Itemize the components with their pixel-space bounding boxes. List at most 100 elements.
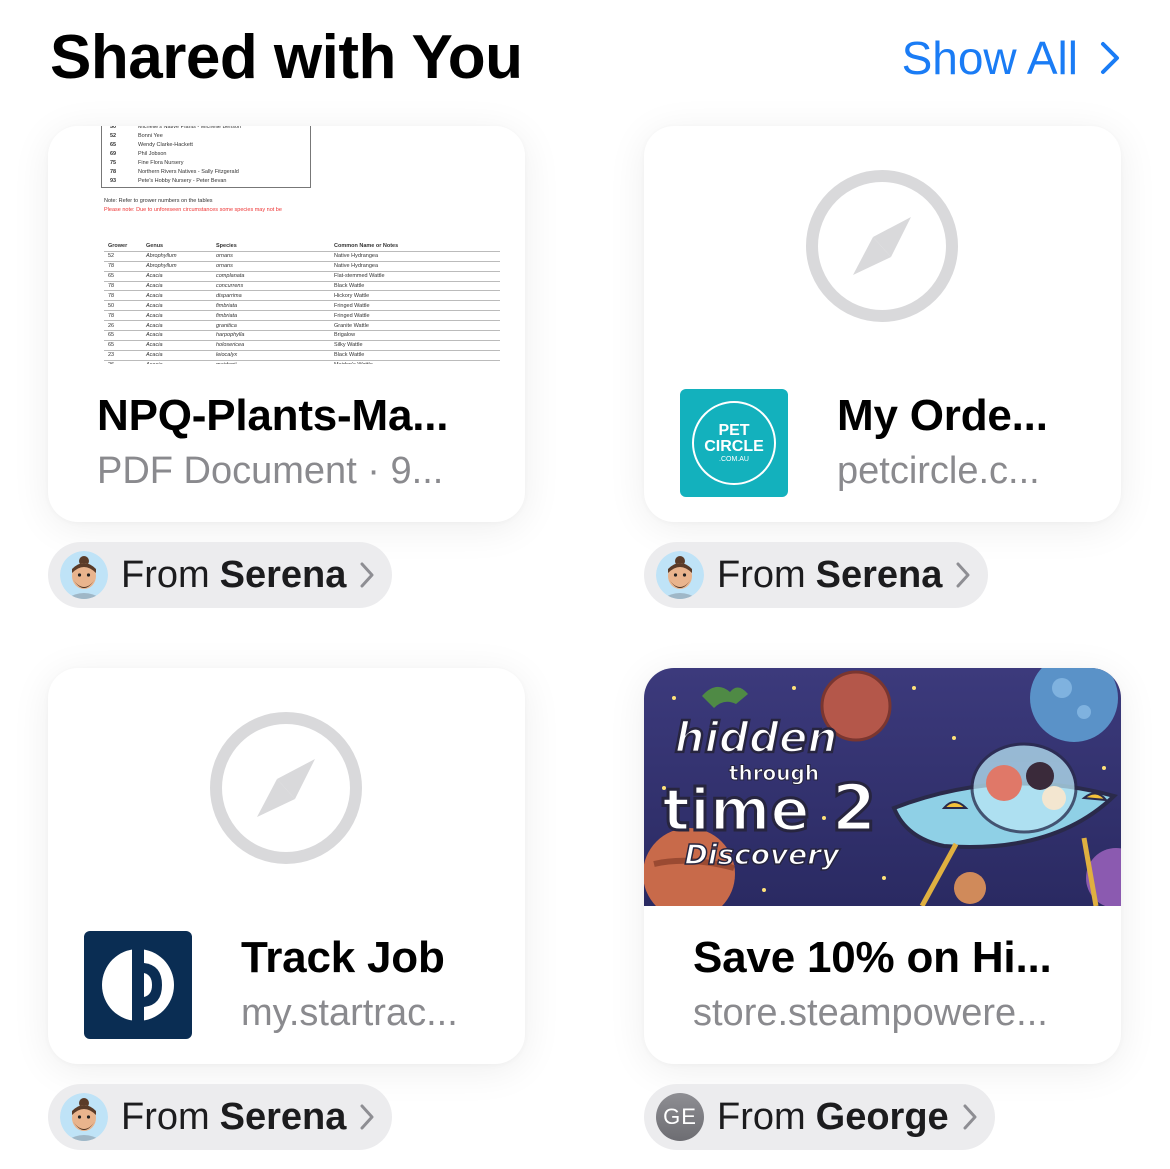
pdf-note: Note: Refer to grower numbers on the tab… — [104, 198, 213, 204]
table-cell: Acacia — [142, 320, 212, 332]
table-cell: Acacia — [142, 300, 212, 312]
table-cell: Granite Wattle — [330, 320, 500, 332]
grower-name: Wendy Clarke-Hackett — [138, 142, 193, 148]
table-cell: Black Wattle — [330, 350, 500, 361]
sender-name: George — [815, 1095, 949, 1138]
table-row: 50 Acacia fimbriata Fringed Wattle — [104, 300, 500, 312]
item-title: Save 10% on Hi... — [693, 933, 1052, 982]
item-subtitle: PDF Document · 9... — [97, 450, 444, 492]
item-title: NPQ-Plants-Ma... — [97, 391, 449, 440]
grower-number: 50 — [110, 126, 117, 130]
table-cell: maidenii — [212, 360, 330, 364]
memoji-avatar — [656, 551, 704, 599]
from-label: From — [717, 553, 806, 596]
grower-name: Northern Rivers Natives - Sally Fitzgera… — [138, 169, 239, 175]
show-all-button[interactable]: Show All — [902, 30, 1120, 86]
table-cell: 78 — [104, 261, 142, 272]
table-cell: 65 — [104, 271, 142, 282]
table-cell: granitica — [212, 320, 330, 332]
pdf-table: Grower Genus Species Common Name or Notes 5… — [104, 242, 500, 364]
table-cell: Acacia — [142, 271, 212, 282]
shared-item-link-steam[interactable]: hidden through time 2 Discovery Save 10%… — [644, 668, 1121, 1064]
grower-number: 65 — [110, 142, 117, 148]
table-cell: complanata — [212, 271, 330, 282]
shared-item-link-petcircle[interactable]: PET CIRCLE .COM.AU My Orde... petcircle.… — [644, 126, 1121, 522]
table-row: 26AcaciamaideniiMaiden's Wattle — [104, 360, 500, 364]
item-title: My Orde... — [837, 391, 1048, 440]
petcircle-logo: PET CIRCLE .COM.AU — [680, 389, 788, 497]
table-cell: 65 — [104, 330, 142, 341]
grower-name: Fine Flora Nursery — [138, 160, 184, 166]
table-header-cell: Species — [212, 242, 330, 252]
table-cell: 78 — [104, 281, 142, 292]
table-row: 65 Acacia harpophylla Brigalow — [104, 330, 500, 341]
chevron-right-icon — [956, 562, 970, 588]
table-header-cell: Genus — [142, 242, 212, 252]
table-cell: leiocalyx — [212, 350, 330, 361]
sender-name: Serena — [219, 553, 347, 596]
table-cell: Acacia — [142, 281, 212, 292]
section-title: Shared with You — [50, 23, 523, 92]
table-cell: holosericea — [212, 340, 330, 351]
game-title-text: Discovery — [685, 838, 841, 871]
table-cell: fimbriata — [212, 300, 330, 312]
table-cell: Hickory Wattle — [330, 290, 500, 302]
table-cell: Maiden's Wattle — [330, 360, 500, 364]
game-title-text: 2 — [832, 772, 877, 846]
table-cell: Abrophyllum — [142, 251, 212, 262]
logo-text: PET — [718, 421, 750, 439]
table-row: 26 Acacia granitica Granite Wattle — [104, 320, 500, 332]
table-cell: 26 — [104, 360, 142, 364]
pdf-warning: Please note: Due to unforeseen circumsta… — [104, 207, 282, 213]
shared-item-pdf[interactable]: 50 Michelle's Native Plants - Michelle Be… — [48, 126, 525, 522]
table-cell: disparrima — [212, 290, 330, 302]
table-row: 78 Acacia fimbriata Fringed Wattle — [104, 310, 500, 322]
table-cell: 52 — [104, 251, 142, 262]
game-title-text: hidden — [675, 713, 838, 762]
table-cell: 23 — [104, 350, 142, 361]
table-row: 52 Abrophyllum ornans Native Hydrangea — [104, 251, 500, 262]
table-row: 78 Abrophyllum ornans Native Hydrangea — [104, 261, 500, 272]
grower-number: 75 — [110, 160, 117, 166]
table-cell: ornans — [212, 251, 330, 262]
item-subtitle: store.steampowere... — [693, 992, 1048, 1034]
safari-compass-icon — [806, 170, 958, 322]
table-cell: Silky Wattle — [330, 340, 500, 351]
table-cell: Acacia — [142, 350, 212, 361]
from-label: From — [121, 553, 210, 596]
logo-text: .COM.AU — [719, 455, 749, 463]
from-sender-button[interactable]: GE From George — [644, 1084, 995, 1150]
game-cover-image: hidden through time 2 Discovery — [644, 668, 1121, 906]
grower-name: Bonni Yee — [138, 133, 163, 139]
table-row: 78 Acacia disparrima Hickory Wattle — [104, 290, 500, 302]
australia-post-logo — [84, 931, 192, 1039]
logo-text: CIRCLE — [704, 437, 764, 455]
pdf-preview-thumbnail: 50 Michelle's Native Plants - Michelle Be… — [48, 126, 525, 364]
grower-name: Pete's Hobby Nursery - Peter Bevan — [138, 178, 227, 184]
from-sender-button[interactable]: From Serena — [48, 542, 393, 608]
from-sender-button[interactable]: From Serena — [48, 1084, 393, 1150]
safari-compass-icon — [210, 712, 362, 864]
table-cell: 78 — [104, 290, 142, 302]
table-cell: Acacia — [142, 310, 212, 322]
sender-name: Serena — [815, 553, 943, 596]
table-cell: Acacia — [142, 330, 212, 341]
memoji-avatar — [60, 1093, 108, 1141]
table-cell: concurrens — [212, 281, 330, 292]
table-cell: Acacia — [142, 340, 212, 351]
table-cell: Flat-stemmed Wattle — [330, 271, 500, 282]
grower-number: 69 — [110, 151, 117, 157]
shared-item-link-trackjob[interactable]: Track Job my.startrac... — [48, 668, 525, 1064]
item-subtitle: my.startrac... — [241, 992, 458, 1034]
table-cell: fimbriata — [212, 310, 330, 322]
table-cell: Fringed Wattle — [330, 300, 500, 312]
table-cell: 65 — [104, 340, 142, 351]
table-cell: ornans — [212, 261, 330, 272]
item-subtitle: petcircle.c... — [837, 450, 1040, 492]
table-cell: Acacia — [142, 360, 212, 364]
memoji-avatar — [60, 551, 108, 599]
table-cell: Native Hydrangea — [330, 251, 500, 262]
table-cell: Abrophyllum — [142, 261, 212, 272]
from-sender-button[interactable]: From Serena — [644, 542, 989, 608]
show-all-label: Show All — [901, 32, 1078, 84]
